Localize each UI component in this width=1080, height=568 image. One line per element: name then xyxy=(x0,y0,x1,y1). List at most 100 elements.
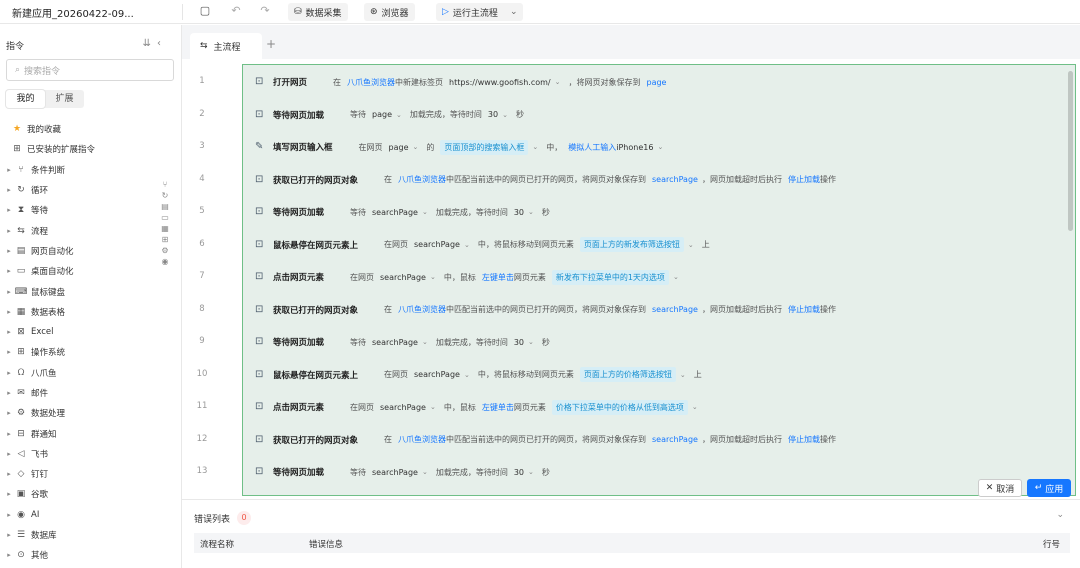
sidebar-item[interactable]: ▸ ▭ 桌面自动化 xyxy=(0,261,150,281)
chevron-down-icon[interactable]: ⌄ xyxy=(528,468,534,476)
chevron-down-icon[interactable]: ⌄ xyxy=(430,403,436,411)
ai-icon[interactable]: ◉ xyxy=(162,257,169,266)
expand-arrow-icon[interactable]: ▸ xyxy=(0,288,14,296)
variable-select[interactable]: searchPage xyxy=(380,273,426,282)
chevron-down-icon[interactable]: ⌄ xyxy=(502,111,508,119)
chevron-down-icon[interactable]: ⌄ xyxy=(422,208,428,216)
sidebar-item[interactable]: ▸ ◉ AI xyxy=(0,505,150,525)
output-variable[interactable]: searchPage xyxy=(652,435,698,444)
variable-select[interactable]: searchPage xyxy=(414,240,460,249)
chevron-down-icon[interactable]: ⌄ xyxy=(413,143,419,151)
tab-extensions[interactable]: 扩展 xyxy=(45,90,84,108)
step-option-link[interactable]: 左键单击 xyxy=(482,402,514,413)
chevron-down-icon[interactable]: ⌄ xyxy=(688,241,694,249)
sidebar-item[interactable]: ▸ ⧗ 等待 xyxy=(0,200,150,220)
sidebar-item-favorites[interactable]: ★ 我的收藏 xyxy=(0,119,150,139)
os-icon[interactable]: ⊞ xyxy=(162,235,169,244)
chevron-down-icon[interactable]: ⌄ xyxy=(657,143,663,151)
sidebar-item[interactable]: ▸ ◁ 飞书 xyxy=(0,444,150,464)
element-chip[interactable]: 新发布下拉菜单中的1天内选项 xyxy=(551,269,669,285)
flow-step[interactable]: ⊡ 等待网页加载 等待 searchPage ⌄ 加载完成，等待时间 30 ⌄ 秒 xyxy=(255,201,556,223)
sidebar-item[interactable]: ▸ ⚙ 数据处理 xyxy=(0,403,150,423)
expand-arrow-icon[interactable]: ▸ xyxy=(0,348,14,356)
tab-mine[interactable]: 我的 xyxy=(6,90,45,108)
sidebar-item[interactable]: ▸ ⊙ 其他 xyxy=(0,545,150,565)
expand-arrow-icon[interactable]: ▸ xyxy=(0,166,14,174)
data-process-icon[interactable]: ⚙ xyxy=(161,246,168,255)
chevron-down-icon[interactable]: ⌄ xyxy=(396,111,402,119)
variable-select[interactable]: searchPage xyxy=(372,468,418,477)
variable-select[interactable]: searchPage xyxy=(372,208,418,217)
element-chip[interactable]: 页面上方的新发布筛选按钮 xyxy=(579,237,684,252)
step-option-link[interactable]: 八爪鱼浏览器 xyxy=(347,77,395,88)
variable-select[interactable]: 30 xyxy=(488,110,498,119)
loop-icon[interactable]: ↻ xyxy=(162,191,169,200)
variable-select[interactable]: https://www.goofish.com/ xyxy=(449,78,551,87)
output-variable[interactable]: searchPage xyxy=(652,305,698,314)
chevron-down-icon[interactable]: ⌄ xyxy=(528,208,534,216)
variable-select[interactable]: searchPage xyxy=(372,338,418,347)
step-option-link[interactable]: 八爪鱼浏览器 xyxy=(398,434,446,445)
expand-arrow-icon[interactable]: ▸ xyxy=(0,247,14,255)
expand-arrow-icon[interactable]: ▸ xyxy=(0,206,14,214)
flow-step[interactable]: ⊡ 获取已打开的网页对象 在八爪鱼浏览器 中匹配当前选中的网页已打开的网页，将网页对象… xyxy=(255,429,842,451)
expand-arrow-icon[interactable]: ▸ xyxy=(0,308,14,316)
variable-select[interactable]: 30 xyxy=(514,208,524,217)
step-option-link[interactable]: 模拟人工输入 xyxy=(568,142,616,153)
sidebar-item[interactable]: ▸ ▣ 谷歌 xyxy=(0,484,150,504)
apply-button[interactable]: ↵ 应用 xyxy=(1027,479,1071,497)
sidebar-item[interactable]: ▸ ✉ 邮件 xyxy=(0,383,150,403)
browser-button[interactable]: ⊛ 浏览器 xyxy=(364,3,415,21)
sidebar-item[interactable]: ▸ ⑂ 条件判断 xyxy=(0,160,150,180)
expand-arrow-icon[interactable]: ▸ xyxy=(0,227,14,235)
variable-select[interactable]: searchPage xyxy=(414,370,460,379)
sidebar-item[interactable]: ▸ ⌨ 鼠标键盘 xyxy=(0,281,150,301)
expand-arrow-icon[interactable]: ▸ xyxy=(0,430,14,438)
flow-step[interactable]: ⊡ 获取已打开的网页对象 在八爪鱼浏览器 中匹配当前选中的网页已打开的网页，将网页对象… xyxy=(255,169,842,191)
add-tab-icon[interactable]: + xyxy=(266,37,276,51)
expand-arrow-icon[interactable]: ▸ xyxy=(0,369,14,377)
chevron-down-icon[interactable]: ⌄ xyxy=(464,241,470,249)
sidebar-item[interactable]: ▸ ◇ 钉钉 xyxy=(0,464,150,484)
chevron-down-icon[interactable]: ⌄ xyxy=(464,371,470,379)
sidebar-item[interactable]: ▸ ↻ 循环 xyxy=(0,180,150,200)
webpage-icon[interactable]: ▤ xyxy=(161,202,169,211)
expand-arrow-icon[interactable]: ▸ xyxy=(0,186,14,194)
chevron-down-icon[interactable]: ⌄ xyxy=(430,273,436,281)
element-chip[interactable]: 价格下拉菜单中的价格从低到高选项 xyxy=(551,399,688,415)
chevron-down-icon[interactable]: ⌄ xyxy=(555,78,561,86)
cancel-button[interactable]: ✕ 取消 xyxy=(978,479,1022,497)
expand-arrow-icon[interactable]: ▸ xyxy=(0,389,14,397)
flow-step[interactable]: ⊡ 获取已打开的网页对象 在八爪鱼浏览器 中匹配当前选中的网页已打开的网页，将网页对象… xyxy=(255,299,842,321)
variable-select[interactable]: page xyxy=(389,143,409,152)
collapse-sidebar-icon[interactable]: ‹ xyxy=(157,38,167,49)
sidebar-item[interactable]: ▸ ⊟ 群通知 xyxy=(0,423,150,443)
output-variable[interactable]: page xyxy=(646,78,666,87)
sidebar-item[interactable]: ▸ ⊞ 操作系统 xyxy=(0,342,150,362)
expand-arrow-icon[interactable]: ▸ xyxy=(0,551,14,559)
step-option-link[interactable]: 停止加载 xyxy=(788,174,820,185)
scrollbar[interactable] xyxy=(1068,71,1073,231)
step-option-link[interactable]: 左键单击 xyxy=(482,272,514,283)
variable-select[interactable]: 30 xyxy=(514,468,524,477)
expand-arrow-icon[interactable]: ▸ xyxy=(0,511,14,519)
expand-arrow-icon[interactable]: ▸ xyxy=(0,267,14,275)
run-main-button[interactable]: ▷ 运行主流程 ⌄ xyxy=(436,3,524,21)
expand-arrow-icon[interactable]: ▸ xyxy=(0,409,14,417)
chevron-down-icon[interactable]: ⌄ xyxy=(692,403,698,411)
chevron-down-icon[interactable]: ⌄ xyxy=(422,338,428,346)
chevron-down-icon[interactable]: ⌄ xyxy=(422,468,428,476)
flow-step[interactable]: ⊡ 点击网页元素 在网页 searchPage ⌄ 中，鼠标 左键单击 网页元素 价格下拉菜单中… xyxy=(255,396,706,418)
sidebar-item-installed[interactable]: ⊞ 已安装的扩展指令 xyxy=(0,139,150,159)
sidebar-item[interactable]: ▸ ⊠ Excel xyxy=(0,322,150,342)
flow-step[interactable]: ⊡ 点击网页元素 在网页 searchPage ⌄ 中，鼠标 左键单击 网页元素 新发布下拉菜单… xyxy=(255,266,687,288)
step-option-link[interactable]: 八爪鱼浏览器 xyxy=(398,304,446,315)
element-chip[interactable]: 页面顶部的搜索输入框 xyxy=(440,139,529,155)
search-input[interactable]: ⌕ 搜索指令 xyxy=(6,59,174,81)
sidebar-item[interactable]: ▸ ▦ 数据表格 xyxy=(0,302,150,322)
collapse-all-icon[interactable]: ⇊ xyxy=(143,38,157,49)
variable-select[interactable]: 30 xyxy=(514,338,524,347)
flow-step[interactable]: ⊡ 等待网页加载 等待 searchPage ⌄ 加载完成，等待时间 30 ⌄ 秒 xyxy=(255,461,556,483)
sidebar-item[interactable]: ▸ ▤ 网页自动化 xyxy=(0,241,150,261)
sidebar-item[interactable]: ▸ ⇆ 流程 xyxy=(0,220,150,240)
